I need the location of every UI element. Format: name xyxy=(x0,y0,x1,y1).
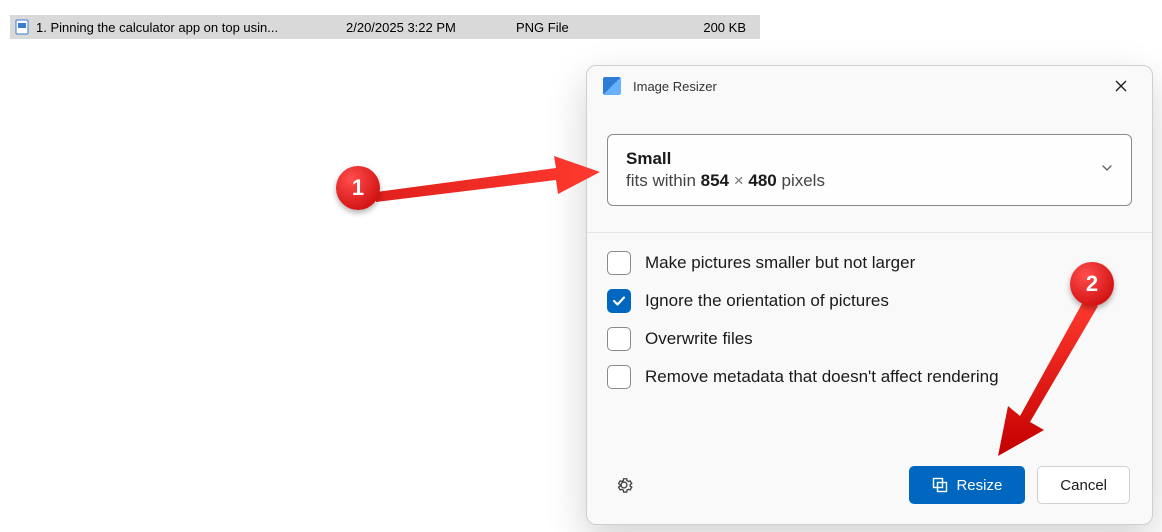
option-label: Remove metadata that doesn't affect rend… xyxy=(645,367,999,387)
close-icon xyxy=(1115,80,1127,92)
file-name: 1. Pinning the calculator app on top usi… xyxy=(36,20,346,35)
close-button[interactable] xyxy=(1098,70,1144,102)
annotation-marker-2: 2 xyxy=(1070,262,1114,306)
option-label: Make pictures smaller but not larger xyxy=(645,253,915,273)
file-type: PNG File xyxy=(516,20,676,35)
file-row[interactable]: 1. Pinning the calculator app on top usi… xyxy=(10,15,760,39)
option-label: Ignore the orientation of pictures xyxy=(645,291,889,311)
checkbox[interactable] xyxy=(607,327,631,351)
settings-button[interactable] xyxy=(609,470,639,500)
check-icon xyxy=(612,294,626,308)
app-icon xyxy=(603,77,621,95)
annotation-marker-1: 1 xyxy=(336,166,380,210)
file-icon xyxy=(14,19,30,35)
option-label: Overwrite files xyxy=(645,329,753,349)
cancel-button-label: Cancel xyxy=(1060,477,1107,494)
checkbox[interactable] xyxy=(607,289,631,313)
size-preset-description: fits within 854 × 480 pixels xyxy=(626,171,1091,191)
size-preset-dropdown[interactable]: Small fits within 854 × 480 pixels xyxy=(607,134,1132,206)
checkbox[interactable] xyxy=(607,365,631,389)
resize-button[interactable]: Resize xyxy=(909,466,1025,504)
option-row-3[interactable]: Remove metadata that doesn't affect rend… xyxy=(607,365,1132,389)
option-row-1[interactable]: Ignore the orientation of pictures xyxy=(607,289,1132,313)
dialog-title: Image Resizer xyxy=(633,79,1098,94)
titlebar: Image Resizer xyxy=(587,66,1152,106)
gear-icon xyxy=(614,475,634,495)
file-size: 200 KB xyxy=(676,20,756,35)
cancel-button[interactable]: Cancel xyxy=(1037,466,1130,504)
resize-button-label: Resize xyxy=(956,477,1002,494)
chevron-down-icon xyxy=(1101,161,1113,179)
checkbox[interactable] xyxy=(607,251,631,275)
image-resizer-dialog: Image Resizer Small fits within 854 × 48… xyxy=(586,65,1153,525)
size-preset-name: Small xyxy=(626,149,1091,169)
annotation-arrow-1 xyxy=(376,152,600,208)
divider xyxy=(587,232,1152,233)
file-date: 2/20/2025 3:22 PM xyxy=(346,20,516,35)
option-row-0[interactable]: Make pictures smaller but not larger xyxy=(607,251,1132,275)
option-row-2[interactable]: Overwrite files xyxy=(607,327,1132,351)
resize-icon xyxy=(932,477,948,493)
